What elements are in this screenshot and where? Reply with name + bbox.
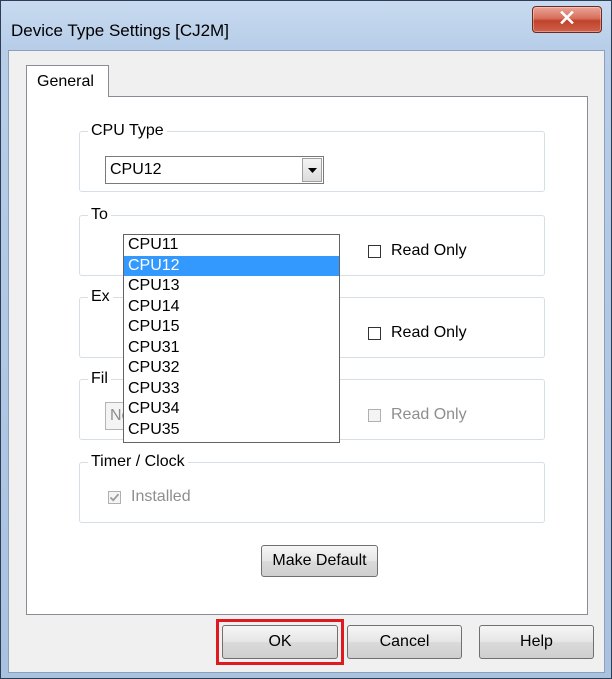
- title-bar[interactable]: Device Type Settings [CJ2M]: [1, 1, 611, 57]
- help-label: Help: [520, 633, 553, 650]
- dropdown-option[interactable]: CPU13: [124, 276, 339, 297]
- read-only-label-4: Read Only: [391, 406, 467, 423]
- close-icon: [560, 10, 574, 29]
- cancel-label: Cancel: [379, 633, 430, 650]
- make-default-button[interactable]: Make Default: [261, 545, 378, 577]
- timer-clock-group-label: Timer / Clock: [88, 452, 188, 472]
- dialog-window: Device Type Settings [CJ2M] General CPU …: [0, 0, 612, 679]
- read-only-label-2: Read Only: [391, 242, 467, 259]
- dropdown-option[interactable]: CPU14: [124, 297, 339, 318]
- read-only-checkbox-4: Read Only: [368, 406, 467, 424]
- checkmark-icon: [109, 493, 120, 502]
- checkbox-box: [368, 408, 381, 422]
- general-tab-page: CPU Type CPU12 To Read Only Ex Read Only…: [26, 96, 588, 615]
- dropdown-option[interactable]: CPU31: [124, 338, 339, 359]
- cpu-type-dropdown-list[interactable]: CPU11 CPU12 CPU13 CPU14 CPU15 CPU31 CPU32 CPU33…: [123, 234, 340, 443]
- cpu-type-select[interactable]: CPU12: [105, 156, 324, 184]
- dialog-client-area: General CPU Type CPU12 To Read Only Ex R…: [8, 50, 605, 673]
- dropdown-option[interactable]: CPU32: [124, 358, 339, 379]
- group-2-label: To: [88, 205, 111, 225]
- dropdown-option[interactable]: CPU15: [124, 317, 339, 338]
- cpu-type-value: CPU12: [110, 161, 162, 178]
- group-3-label: Ex: [88, 287, 113, 307]
- dropdown-option[interactable]: CPU11: [124, 235, 339, 256]
- cancel-button[interactable]: Cancel: [347, 625, 462, 659]
- close-button[interactable]: [532, 6, 602, 33]
- read-only-label-3: Read Only: [391, 324, 467, 341]
- checkbox-box: [108, 490, 121, 504]
- dropdown-option[interactable]: CPU12: [124, 255, 339, 276]
- checkbox-box[interactable]: [368, 326, 381, 340]
- help-button[interactable]: Help: [479, 625, 594, 659]
- tab-general[interactable]: General: [26, 65, 109, 97]
- read-only-checkbox-2[interactable]: Read Only: [368, 242, 467, 260]
- group-4-label: Fil: [88, 369, 111, 389]
- make-default-label: Make Default: [272, 552, 367, 569]
- cpu-type-group-label: CPU Type: [88, 121, 167, 141]
- dropdown-option[interactable]: CPU34: [124, 399, 339, 420]
- dropdown-option[interactable]: CPU33: [124, 379, 339, 400]
- tab-general-label: General: [37, 73, 94, 90]
- checkbox-box[interactable]: [368, 244, 381, 258]
- window-title: Device Type Settings [CJ2M]: [11, 21, 229, 40]
- installed-label: Installed: [131, 488, 191, 505]
- ok-highlight-outline: [216, 619, 344, 665]
- chevron-down-icon[interactable]: [302, 158, 322, 182]
- read-only-checkbox-3[interactable]: Read Only: [368, 324, 467, 342]
- dropdown-option[interactable]: CPU35: [124, 420, 339, 441]
- installed-checkbox: Installed: [108, 488, 191, 506]
